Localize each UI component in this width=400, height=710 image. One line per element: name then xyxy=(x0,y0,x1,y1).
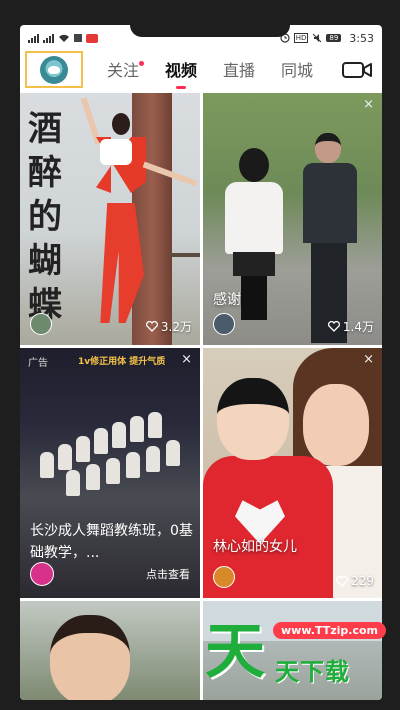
close-icon[interactable]: × xyxy=(363,97,374,112)
mute-icon xyxy=(313,33,322,43)
watermark-text: 天下载 xyxy=(275,658,350,686)
video-card-4[interactable]: × 林心如的女儿 229 xyxy=(203,348,382,598)
tab-bar: 关注 视频 直播 同城 xyxy=(94,51,326,93)
video-title: 感谢 xyxy=(213,292,241,308)
tab-video[interactable]: 视频 xyxy=(152,51,210,93)
person-face xyxy=(50,615,130,700)
screen: HD 89 3:53 关注 视频 直播 同城 酒醉的蝴蝶 3.2万 × 感谢 1… xyxy=(20,25,382,700)
pole-image xyxy=(132,93,172,345)
camera-notch xyxy=(130,25,290,37)
app-notification-icon xyxy=(86,33,98,43)
battery-indicator: 89 xyxy=(326,34,342,42)
video-card-5[interactable] xyxy=(20,601,200,700)
tab-following-label: 关注 xyxy=(106,61,139,80)
heart-icon xyxy=(327,321,340,332)
like-count-value: 3.2万 xyxy=(160,320,192,334)
child-face xyxy=(217,378,289,460)
close-icon[interactable]: × xyxy=(181,352,192,367)
wifi-icon xyxy=(59,34,69,42)
avatar xyxy=(40,55,68,84)
advertiser-logo[interactable] xyxy=(30,562,54,586)
like-count: 1.4万 xyxy=(327,318,374,335)
heart-icon xyxy=(336,575,349,587)
phone-frame: HD 89 3:53 关注 视频 直播 同城 酒醉的蝴蝶 3.2万 × 感谢 1… xyxy=(0,0,400,710)
ad-label: 广告 xyxy=(28,358,48,369)
figure-head xyxy=(112,113,130,135)
ad-title: 长沙成人舞蹈教练班，0基础教学，... xyxy=(30,523,193,561)
calligraphy-text: 酒醉的蝴蝶 xyxy=(28,109,62,325)
signal-icon xyxy=(28,33,39,43)
video-title: 林心如的女儿 xyxy=(213,539,297,555)
notification-icon xyxy=(74,34,82,42)
video-feed: 酒醉的蝴蝶 3.2万 × 感谢 1.4万 广告 1v修正用体 提升气质 × 长沙… xyxy=(20,93,382,700)
heart-icon xyxy=(145,321,158,332)
tab-following[interactable]: 关注 xyxy=(94,51,152,93)
video-card-2[interactable]: × 感谢 1.4万 xyxy=(203,93,382,345)
site-watermark: 天 www.TTzip.com 天下载 xyxy=(205,617,386,696)
like-count-value: 1.4万 xyxy=(342,320,374,334)
view-details-link[interactable]: 点击查看 xyxy=(146,566,190,582)
camera-icon[interactable] xyxy=(342,61,372,79)
ad-banner: 1v修正用体 提升气质 xyxy=(78,357,166,367)
author-avatar[interactable] xyxy=(30,313,52,335)
figure-top xyxy=(100,139,132,165)
signal-icon-2 xyxy=(43,33,54,43)
tab-video-label: 视频 xyxy=(164,61,197,80)
clock: 3:53 xyxy=(349,31,374,45)
like-count-value: 229 xyxy=(351,574,374,588)
author-avatar[interactable] xyxy=(213,566,235,588)
watermark-url: www.TTzip.com xyxy=(273,622,386,639)
new-content-dot xyxy=(139,61,144,66)
tab-live-label: 直播 xyxy=(222,61,255,80)
hd-badge: HD xyxy=(293,33,309,43)
ad-card[interactable]: 广告 1v修正用体 提升气质 × 长沙成人舞蹈教练班，0基础教学，... 点击查… xyxy=(20,348,200,598)
watermark-logo: 天 xyxy=(205,617,265,687)
man-figure xyxy=(299,133,359,345)
tab-nearby-label: 同城 xyxy=(280,61,313,80)
woman-face xyxy=(303,384,369,466)
profile-button[interactable] xyxy=(25,51,83,88)
tab-live[interactable]: 直播 xyxy=(210,51,268,93)
like-count: 3.2万 xyxy=(145,318,192,335)
tab-nearby[interactable]: 同城 xyxy=(268,51,326,93)
top-nav: 关注 视频 直播 同城 xyxy=(20,51,382,93)
dance-studio-image xyxy=(20,388,200,508)
video-card-1[interactable]: 酒醉的蝴蝶 3.2万 xyxy=(20,93,200,345)
fence-image xyxy=(170,253,200,313)
close-icon[interactable]: × xyxy=(363,352,374,367)
like-count: 229 xyxy=(336,574,374,588)
author-avatar[interactable] xyxy=(213,313,235,335)
